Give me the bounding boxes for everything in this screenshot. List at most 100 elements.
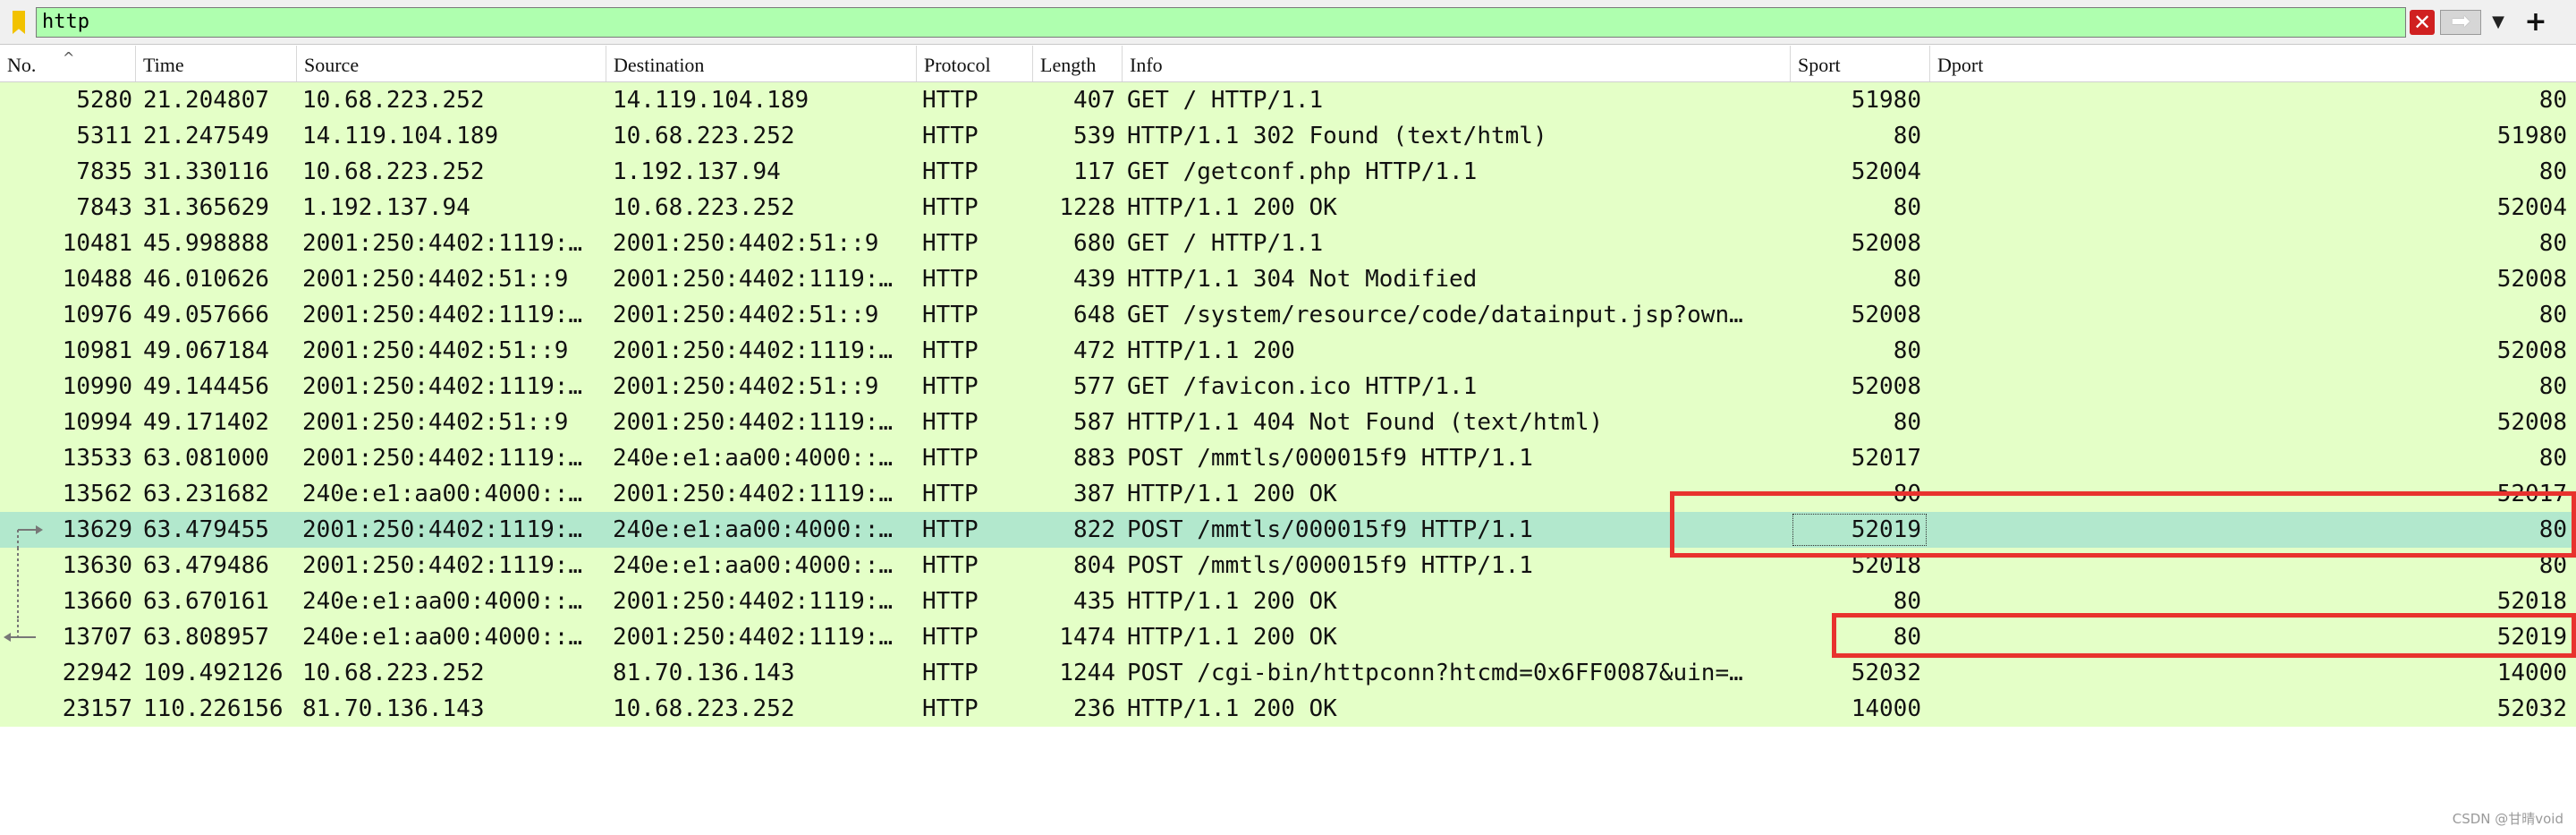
packet-row[interactable]: 13533 63.081000 2001:250:4402:1119:… 240e:e… (0, 440, 2576, 476)
packet-row[interactable]: 10488 46.010626 2001:250:4402:51::9 2001:25… (0, 261, 2576, 297)
packet-protocol: HTTP (922, 302, 979, 328)
packet-row[interactable]: 5280 21.204807 10.68.223.252 14.119.104.189… (0, 82, 2576, 118)
packet-protocol: HTTP (922, 123, 979, 149)
packet-sport: 52004 (1851, 158, 1921, 185)
packet-length: 577 (1073, 373, 1115, 400)
related-packet-line-icon (17, 548, 19, 584)
plus-icon[interactable]: + (2521, 7, 2551, 38)
packet-destination: 240e:e1:aa00:4000::… (613, 516, 894, 543)
related-packet-line-icon (17, 584, 19, 619)
packet-time: 31.330116 (143, 158, 269, 185)
packet-sport: 52032 (1851, 660, 1921, 686)
packet-source: 2001:250:4402:51::9 (302, 337, 569, 364)
packet-protocol: HTTP (922, 230, 979, 257)
packet-list-header: No. ^ Time Source Destination Protocol L… (0, 46, 2576, 82)
packet-number: 10990 (62, 373, 132, 400)
packet-row[interactable]: 7835 31.330116 10.68.223.252 1.192.137.94 HT… (0, 154, 2576, 190)
packet-time: 21.204807 (143, 87, 269, 114)
column-header-destination[interactable]: Destination (606, 46, 917, 81)
packet-time: 49.144456 (143, 373, 269, 400)
packet-dport: 52032 (2496, 695, 2567, 722)
packet-destination: 2001:250:4402:1119:… (613, 337, 894, 364)
packet-row[interactable]: 7843 31.365629 1.192.137.94 10.68.223.252 HT… (0, 190, 2576, 226)
packet-length: 472 (1073, 337, 1115, 364)
related-request-arrow-icon (17, 525, 43, 548)
packet-protocol: HTTP (922, 624, 979, 651)
packet-number: 13562 (62, 481, 132, 507)
packet-number: 10981 (62, 337, 132, 364)
packet-row[interactable]: 10981 49.067184 2001:250:4402:51::9 2001:25… (0, 333, 2576, 369)
bookmark-icon[interactable] (5, 7, 32, 38)
packet-sport: 80 (1893, 337, 1921, 364)
packet-source: 240e:e1:aa00:4000::… (302, 588, 583, 615)
packet-source: 2001:250:4402:1119:… (302, 516, 583, 543)
related-response-arrow-icon (4, 619, 36, 642)
packet-destination: 10.68.223.252 (613, 194, 795, 221)
packet-info: GET /system/resource/code/datainput.jsp?… (1127, 302, 1743, 328)
column-header-protocol[interactable]: Protocol (917, 46, 1033, 81)
packet-time: 49.057666 (143, 302, 269, 328)
packet-row[interactable]: 5311 21.247549 14.119.104.189 10.68.223.252… (0, 118, 2576, 154)
packet-length: 804 (1073, 552, 1115, 579)
packet-length: 117 (1073, 158, 1115, 185)
packet-destination: 2001:250:4402:51::9 (613, 230, 879, 257)
display-filter-input[interactable]: http (36, 7, 2406, 38)
column-header-no[interactable]: No. ^ (0, 46, 136, 81)
packet-protocol: HTTP (922, 695, 979, 722)
packet-destination: 2001:250:4402:1119:… (613, 588, 894, 615)
column-header-sport[interactable]: Sport (1791, 46, 1930, 81)
packet-length: 680 (1073, 230, 1115, 257)
packet-info: POST /mmtls/000015f9 HTTP/1.1 (1127, 445, 1533, 472)
packet-time: 63.670161 (143, 588, 269, 615)
packet-length: 822 (1073, 516, 1115, 543)
column-header-source[interactable]: Source (297, 46, 606, 81)
column-header-label: No. (7, 54, 37, 76)
column-header-info[interactable]: Info (1123, 46, 1791, 81)
packet-protocol: HTTP (922, 409, 979, 436)
packet-time: 63.808957 (143, 624, 269, 651)
packet-time: 109.492126 (143, 660, 284, 686)
packet-dport: 80 (2538, 158, 2567, 185)
packet-source: 10.68.223.252 (302, 660, 485, 686)
packet-info: HTTP/1.1 200 OK (1127, 624, 1337, 651)
packet-sport: 51980 (1851, 87, 1921, 114)
packet-number: 23157 (62, 695, 132, 722)
packet-number: 10976 (62, 302, 132, 328)
packet-time: 49.171402 (143, 409, 269, 436)
column-header-time[interactable]: Time (136, 46, 297, 81)
packet-row[interactable]: 10976 49.057666 2001:250:4402:1119:… 2001:2… (0, 297, 2576, 333)
packet-sport: 80 (1893, 409, 1921, 436)
packet-source: 2001:250:4402:1119:… (302, 302, 583, 328)
packet-source: 2001:250:4402:1119:… (302, 445, 583, 472)
annotation-highlight-box (1832, 613, 2576, 658)
chevron-down-icon[interactable]: ▼ (2487, 10, 2510, 35)
clear-x-icon[interactable]: ✕ (2410, 10, 2435, 35)
packet-row[interactable]: 10481 45.998888 2001:250:4402:1119:… 2001:2… (0, 226, 2576, 261)
packet-info: GET / HTTP/1.1 (1127, 230, 1324, 257)
packet-destination: 1.192.137.94 (613, 158, 781, 185)
packet-row[interactable]: 22942 109.492126 10.68.223.252 81.70.136.14… (0, 655, 2576, 691)
packet-dport: 52008 (2496, 409, 2567, 436)
packet-row[interactable]: 10990 49.144456 2001:250:4402:1119:… 2001:2… (0, 369, 2576, 405)
column-header-length[interactable]: Length (1033, 46, 1123, 81)
packet-destination: 240e:e1:aa00:4000::… (613, 552, 894, 579)
arrow-right-icon[interactable]: ➡ (2440, 10, 2481, 35)
packet-source: 1.192.137.94 (302, 194, 470, 221)
column-header-dport[interactable]: Dport (1930, 46, 2576, 81)
packet-protocol: HTTP (922, 373, 979, 400)
packet-number: 10488 (62, 266, 132, 293)
packet-time: 46.010626 (143, 266, 269, 293)
packet-protocol: HTTP (922, 516, 979, 543)
display-filter-toolbar: http ✕ ➡ ▼ + (0, 0, 2576, 45)
packet-destination: 2001:250:4402:51::9 (613, 373, 879, 400)
packet-row[interactable]: 23157 110.226156 81.70.136.143 10.68.223.25… (0, 691, 2576, 727)
packet-info: HTTP/1.1 200 OK (1127, 194, 1337, 221)
packet-sport: 52008 (1851, 230, 1921, 257)
packet-source: 2001:250:4402:1119:… (302, 373, 583, 400)
packet-info: HTTP/1.1 200 (1127, 337, 1295, 364)
packet-sport: 80 (1893, 266, 1921, 293)
packet-protocol: HTTP (922, 445, 979, 472)
packet-dport: 80 (2538, 230, 2567, 257)
packet-row[interactable]: 10994 49.171402 2001:250:4402:51::9 2001:25… (0, 405, 2576, 440)
packet-length: 648 (1073, 302, 1115, 328)
